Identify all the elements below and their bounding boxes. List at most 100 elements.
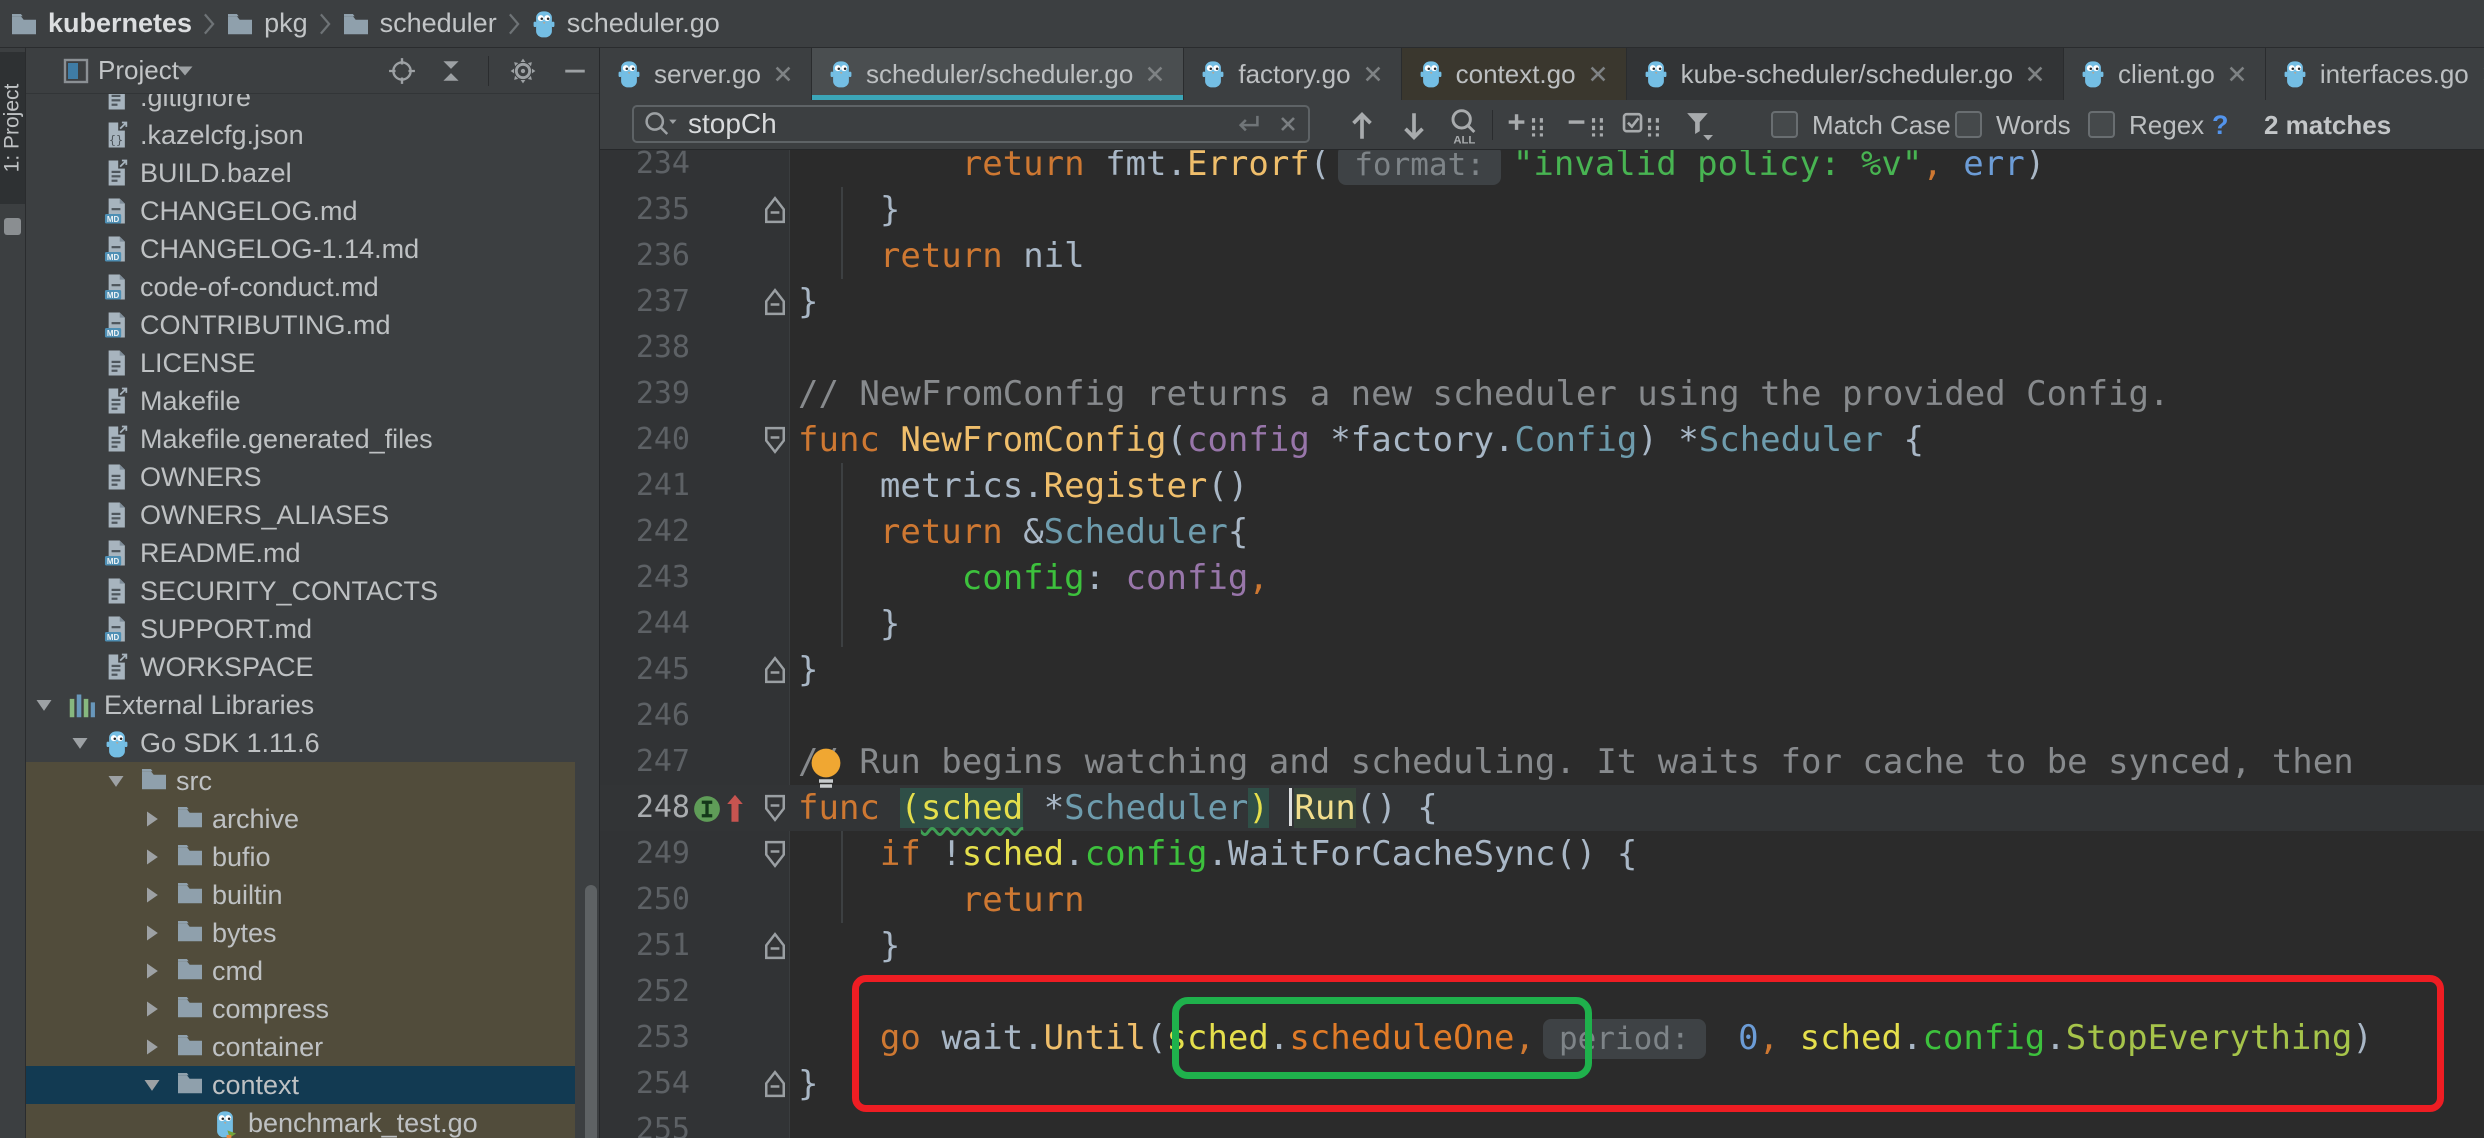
tree-item-cmd[interactable]: cmd <box>26 952 575 990</box>
tree-item-src[interactable]: src <box>26 762 575 800</box>
regex-checkbox[interactable] <box>2088 111 2115 138</box>
chevron-down-icon[interactable] <box>106 771 126 791</box>
code-line-239[interactable]: 239// NewFromConfig returns a new schedu… <box>600 371 2484 417</box>
tree-item-Go SDK 1.11.6[interactable]: Go SDK 1.11.6 <box>26 724 575 762</box>
regex-label[interactable]: Regex <box>2129 100 2204 150</box>
clear-search-icon[interactable] <box>1276 112 1300 136</box>
line-number[interactable]: 237 <box>600 279 690 325</box>
tree-item-Makefile.generated_files[interactable]: Makefile.generated_files <box>26 420 575 458</box>
breadcrumb-item-scheduler.go[interactable]: scheduler.go <box>531 8 720 39</box>
tree-item-builtin[interactable]: builtin <box>26 876 575 914</box>
fold-marker-icon[interactable] <box>762 287 788 321</box>
code-line-240[interactable]: 240func NewFromConfig(config *factory.Co… <box>600 417 2484 463</box>
code-line-237[interactable]: 237} <box>600 279 2484 325</box>
code-line-236[interactable]: 236 return nil <box>600 233 2484 279</box>
code-line-238[interactable]: 238 <box>600 325 2484 371</box>
breadcrumb-item-scheduler[interactable]: scheduler <box>342 8 497 39</box>
select-all-occurrences-button[interactable] <box>1618 108 1668 144</box>
code-line-234[interactable]: 234 return fmt.Errorf(format:"invalid po… <box>600 150 2484 187</box>
editor-tab-kube-scheduler/scheduler.go[interactable]: kube-scheduler/scheduler.go <box>1627 48 2064 100</box>
match-case-label[interactable]: Match Case <box>1812 100 1951 150</box>
project-panel-title[interactable]: Project <box>98 48 179 93</box>
code-line-235[interactable]: 235 } <box>600 187 2484 233</box>
tree-item-OWNERS_ALIASES[interactable]: OWNERS_ALIASES <box>26 496 575 534</box>
implements-icon[interactable] <box>692 794 722 824</box>
line-number[interactable]: 240 <box>600 417 690 463</box>
code-line-243[interactable]: 243 config: config, <box>600 555 2484 601</box>
project-view-dropdown-icon[interactable] <box>176 48 194 93</box>
code-line-252[interactable]: 252 <box>600 969 2484 1015</box>
overrides-icon[interactable] <box>723 792 747 826</box>
hide-panel-button[interactable] <box>562 48 588 93</box>
tree-item-benchmark_test.go[interactable]: benchmark_test.go <box>26 1104 575 1138</box>
line-number[interactable]: 252 <box>600 969 690 1015</box>
close-icon[interactable] <box>2227 64 2247 84</box>
code-line-250[interactable]: 250 return <box>600 877 2484 923</box>
line-number[interactable]: 245 <box>600 647 690 693</box>
tree-item-compress[interactable]: compress <box>26 990 575 1028</box>
line-number[interactable]: 251 <box>600 923 690 969</box>
code-line-255[interactable]: 255 <box>600 1107 2484 1138</box>
line-number[interactable]: 236 <box>600 233 690 279</box>
newline-icon[interactable] <box>1232 110 1262 138</box>
next-occurrence-button[interactable] <box>1392 108 1436 144</box>
chevron-right-icon[interactable] <box>142 961 162 981</box>
tree-item-OWNERS[interactable]: OWNERS <box>26 458 575 496</box>
breadcrumb-item-pkg[interactable]: pkg <box>226 8 308 39</box>
code-editor[interactable]: 234 return fmt.Errorf(format:"invalid po… <box>600 150 2484 1138</box>
find-all-button[interactable]: ALL <box>1440 108 1486 144</box>
tree-item-SECURITY_CONTACTS[interactable]: SECURITY_CONTACTS <box>26 572 575 610</box>
match-case-checkbox[interactable] <box>1771 111 1798 138</box>
fold-marker-icon[interactable] <box>762 839 788 873</box>
chevron-right-icon[interactable] <box>142 999 162 1019</box>
line-number[interactable]: 244 <box>600 601 690 647</box>
locate-file-button[interactable] <box>388 48 416 93</box>
code-line-248[interactable]: 248func (sched *Scheduler) Run() { <box>600 785 2484 831</box>
line-number[interactable]: 238 <box>600 325 690 371</box>
code-line-241[interactable]: 241 metrics.Register() <box>600 463 2484 509</box>
code-line-254[interactable]: 254} <box>600 1061 2484 1107</box>
editor-tab-context.go[interactable]: context.go <box>1402 48 1627 100</box>
line-number[interactable]: 235 <box>600 187 690 233</box>
code-line-253[interactable]: 253 go wait.Until(sched.scheduleOne,peri… <box>600 1015 2484 1061</box>
chevron-down-icon[interactable] <box>142 1075 162 1095</box>
filter-search-results-button[interactable] <box>1678 108 1722 144</box>
tree-item-CHANGELOG-1.14.md[interactable]: MDCHANGELOG-1.14.md <box>26 230 575 268</box>
code-line-249[interactable]: 249 if !sched.config.WaitForCacheSync() … <box>600 831 2484 877</box>
line-number[interactable]: 247 <box>600 739 690 785</box>
tree-item-SUPPORT.md[interactable]: MDSUPPORT.md <box>26 610 575 648</box>
fold-marker-icon[interactable] <box>762 1069 788 1103</box>
tree-item-archive[interactable]: archive <box>26 800 575 838</box>
close-icon[interactable] <box>1588 64 1608 84</box>
tool-window-button-project[interactable]: 1: Project <box>0 52 25 204</box>
search-query-text[interactable]: stopCh <box>688 108 1232 140</box>
line-number[interactable]: 250 <box>600 877 690 923</box>
editor-tab-server.go[interactable]: server.go <box>600 48 812 100</box>
tree-item-LICENSE[interactable]: LICENSE <box>26 344 575 382</box>
project-tree-scrollbar[interactable] <box>585 885 597 1138</box>
previous-occurrence-button[interactable] <box>1340 108 1384 144</box>
code-line-242[interactable]: 242 return &Scheduler{ <box>600 509 2484 555</box>
fold-marker-icon[interactable] <box>762 655 788 689</box>
fold-marker-icon[interactable] <box>762 793 788 827</box>
close-icon[interactable] <box>1145 64 1165 84</box>
tree-item-container[interactable]: container <box>26 1028 575 1066</box>
code-line-251[interactable]: 251 } <box>600 923 2484 969</box>
line-number[interactable]: 243 <box>600 555 690 601</box>
tree-item-bufio[interactable]: bufio <box>26 838 575 876</box>
line-number[interactable]: 254 <box>600 1061 690 1107</box>
line-number[interactable]: 249 <box>600 831 690 877</box>
tree-item-BUILD.bazel[interactable]: BUILD.bazel <box>26 154 575 192</box>
close-icon[interactable] <box>2025 64 2045 84</box>
chevron-right-icon[interactable] <box>142 885 162 905</box>
tree-item-Makefile[interactable]: Makefile <box>26 382 575 420</box>
add-selection-button[interactable] <box>1502 108 1552 144</box>
breadcrumb-item-kubernetes[interactable]: kubernetes <box>10 8 192 39</box>
line-number[interactable]: 234 <box>600 150 690 187</box>
line-number[interactable]: 239 <box>600 371 690 417</box>
editor-tab-interfaces.go[interactable]: interfaces.go <box>2266 48 2484 100</box>
line-number[interactable]: 242 <box>600 509 690 555</box>
tree-item-.kazelcfg.json[interactable]: {}.kazelcfg.json <box>26 116 575 154</box>
line-number[interactable]: 241 <box>600 463 690 509</box>
gear-icon[interactable] <box>509 48 537 93</box>
